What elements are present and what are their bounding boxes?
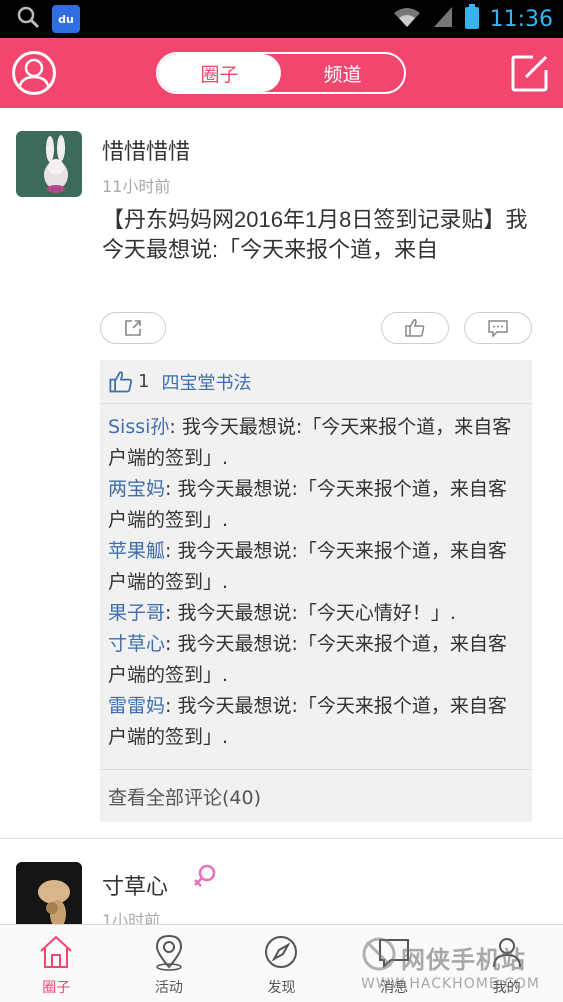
nav-label: 活动 (154, 980, 183, 996)
signal-icon (432, 5, 454, 33)
profile-button[interactable] (12, 51, 56, 95)
person-icon (17, 58, 51, 92)
tab-circle[interactable]: 圈子 (158, 54, 281, 92)
top-app-bar: 圈子 频道 (0, 38, 563, 108)
home-icon (40, 935, 72, 968)
share-button[interactable] (100, 312, 166, 344)
baidu-icon: du (52, 5, 80, 33)
nav-item-circle[interactable]: 圈子 (0, 925, 113, 1002)
comment-text: : 我今天最想说:「今天心情好！」. (165, 602, 456, 624)
thumbs-up-icon (109, 370, 133, 392)
status-bar: du 11:36 (0, 0, 563, 38)
commenter-name[interactable]: 寸草心 (108, 633, 165, 655)
commenter-name[interactable]: Sissi孙 (108, 416, 169, 438)
commenter-name[interactable]: 苹果觚 (108, 540, 165, 562)
location-pin-icon (155, 934, 182, 971)
wifi-icon (392, 5, 422, 33)
post-card[interactable]: 惜惜惜惜 11小时前 【丹东妈妈网2016年1月8日签到记录贴】我今天最想说:「… (0, 108, 563, 839)
comment-text: : 我今天最想说:「今天来报个道，来自客户端的签到」. (108, 633, 507, 686)
nav-label: 发现 (267, 980, 296, 996)
likes-row: 1 四宝堂书法 (100, 360, 532, 404)
nav-label: 圈子 (42, 980, 71, 996)
comment-item[interactable]: 寸草心: 我今天最想说:「今天来报个道，来自客户端的签到」. (108, 629, 524, 691)
commenter-name[interactable]: 两宝妈 (108, 478, 165, 500)
tab-channel[interactable]: 频道 (281, 54, 404, 92)
comment-list: Sissi孙: 我今天最想说:「今天来报个道，来自客户端的签到」. 两宝妈: 我… (108, 412, 524, 753)
post-username[interactable]: 寸草心 (102, 869, 168, 901)
comment-section: 1 四宝堂书法 Sissi孙: 我今天最想说:「今天来报个道，来自客户端的签到」… (100, 360, 532, 822)
comment-item[interactable]: 两宝妈: 我今天最想说:「今天来报个道，来自客户端的签到」. (108, 474, 524, 536)
post-username[interactable]: 惜惜惜惜 (102, 134, 190, 166)
commenter-name[interactable]: 果子哥 (108, 602, 165, 624)
post-card[interactable]: 寸草心 1小时前 (0, 839, 563, 924)
comment-item[interactable]: 雷雷妈: 我今天最想说:「今天来报个道，来自客户端的签到」. (108, 691, 524, 753)
comment-text: : 我今天最想说:「今天来报个道，来自客户端的签到」. (108, 540, 507, 593)
comment-item[interactable]: 果子哥: 我今天最想说:「今天心情好！」. (108, 598, 524, 629)
comment-text: : 我今天最想说:「今天来报个道，来自客户端的签到」. (108, 416, 512, 469)
post-content[interactable]: 【丹东妈妈网2016年1月8日签到记录贴】我今天最想说:「今天来报个道，来自 (102, 205, 532, 265)
nav-item-discover[interactable]: 发现 (225, 925, 338, 1002)
watermark-url: WWW.HACKHOME.COM (361, 976, 540, 992)
likes-count: 1 (138, 371, 150, 392)
bottom-nav: 圈子 活动 发现 消息 我的 网侠手机站 WWW.HACKHOME.COM (0, 924, 563, 1002)
commenter-name[interactable]: 雷雷妈 (108, 695, 165, 717)
edit-icon (511, 55, 548, 92)
compass-icon (265, 936, 298, 968)
avatar[interactable] (16, 131, 82, 197)
post-time: 11小时前 (102, 177, 171, 196)
liker-name[interactable]: 四宝堂书法 (161, 369, 251, 395)
nav-item-events[interactable]: 活动 (113, 925, 226, 1002)
battery-icon (464, 4, 480, 34)
like-button[interactable] (381, 312, 449, 344)
watermark-logo-icon (362, 937, 396, 971)
comment-item[interactable]: 苹果觚: 我今天最想说:「今天来报个道，来自客户端的签到」. (108, 536, 524, 598)
watermark-text: 网侠手机站 (401, 946, 526, 974)
search-icon (16, 5, 40, 33)
comment-text: : 我今天最想说:「今天来报个道，来自客户端的签到」. (108, 478, 507, 531)
comment-text: : 我今天最想说:「今天来报个道，来自客户端的签到」. (108, 695, 507, 748)
share-icon (125, 320, 141, 336)
avatar[interactable] (16, 862, 82, 924)
female-icon (192, 863, 218, 889)
comment-button[interactable] (464, 312, 532, 344)
watermark: 网侠手机站 WWW.HACKHOME.COM (357, 930, 557, 994)
post-time: 1小时前 (102, 911, 161, 924)
view-all-comments-link[interactable]: 查看全部评论(40) (100, 769, 532, 822)
comment-icon (488, 320, 508, 338)
tab-switcher: 圈子 频道 (156, 52, 406, 94)
clock-time: 11:36 (489, 6, 553, 32)
compose-button[interactable] (511, 54, 549, 92)
thumbs-up-icon (405, 319, 425, 337)
comment-item[interactable]: Sissi孙: 我今天最想说:「今天来报个道，来自客户端的签到」. (108, 412, 524, 474)
feed-list[interactable]: 惜惜惜惜 11小时前 【丹东妈妈网2016年1月8日签到记录贴】我今天最想说:「… (0, 108, 563, 924)
